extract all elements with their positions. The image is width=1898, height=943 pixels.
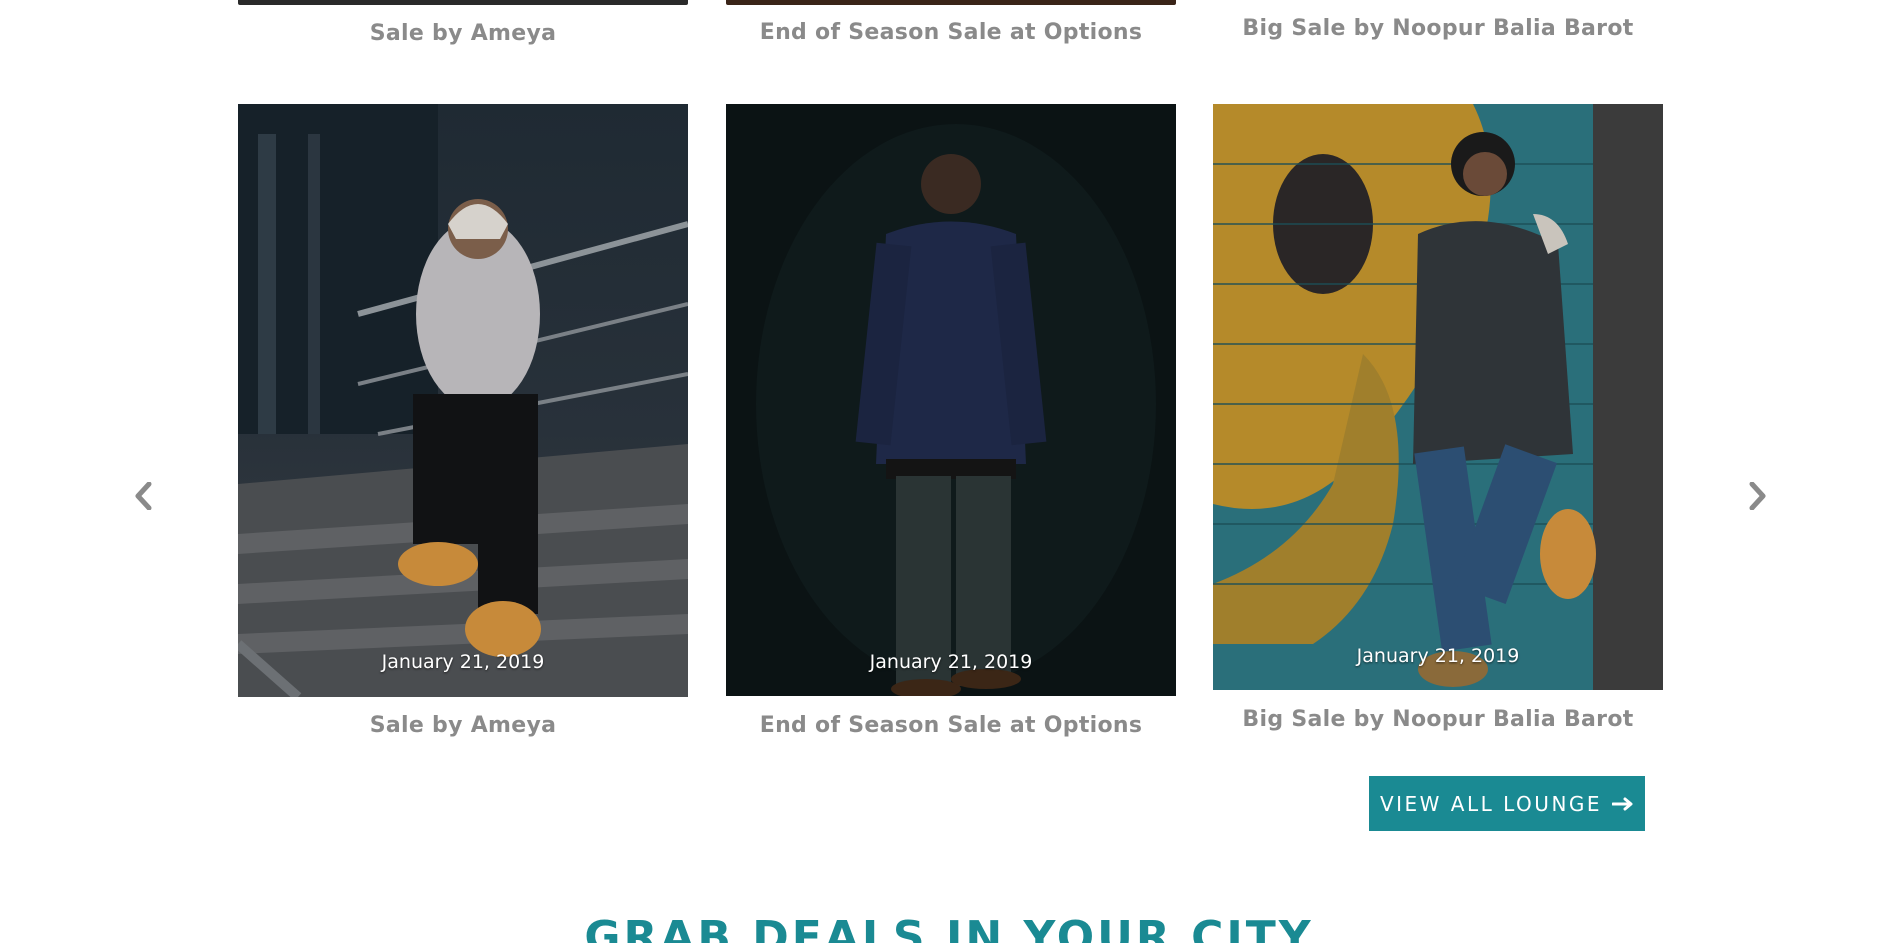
chevron-left-icon: [135, 482, 152, 510]
carousel-next-button[interactable]: [1743, 476, 1773, 516]
card-image-bottom-edge: [726, 0, 1176, 5]
card-title[interactable]: Sale by Ameya: [238, 713, 688, 738]
card-image-bottom-edge: [238, 0, 688, 5]
chevron-right-icon: [1749, 482, 1766, 510]
arrow-right-icon: [1612, 797, 1633, 810]
card-photo: [726, 104, 1176, 696]
card-photo: [238, 104, 688, 697]
carousel-prev-button[interactable]: [128, 476, 158, 516]
card-title[interactable]: End of Season Sale at Options: [726, 20, 1176, 45]
card-title[interactable]: End of Season Sale at Options: [726, 713, 1176, 738]
view-all-lounge-button[interactable]: VIEW ALL LOUNGE: [1369, 776, 1645, 831]
view-all-label: VIEW ALL LOUNGE: [1379, 791, 1603, 816]
deal-card[interactable]: January 21, 2019: [1213, 104, 1663, 690]
card-date: January 21, 2019: [869, 651, 1033, 673]
deal-card[interactable]: January 21, 2019: [238, 104, 688, 697]
section-title: GRAB DEALS IN YOUR CITY: [584, 912, 1314, 943]
card-title[interactable]: Big Sale by Noopur Balia Barot: [1213, 707, 1663, 732]
card-title[interactable]: Sale by Ameya: [238, 21, 688, 46]
card-title[interactable]: Big Sale by Noopur Balia Barot: [1213, 16, 1663, 41]
card-date: January 21, 2019: [381, 651, 545, 673]
card-photo: [1213, 104, 1663, 690]
card-date: January 21, 2019: [1356, 645, 1520, 667]
deal-card[interactable]: January 21, 2019: [726, 104, 1176, 696]
